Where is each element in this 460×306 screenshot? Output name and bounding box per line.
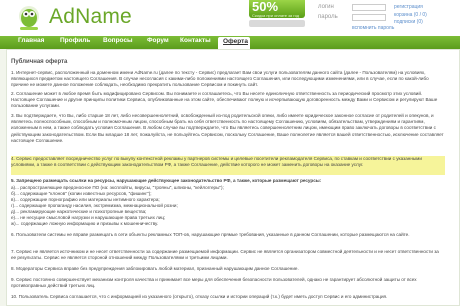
- offer-paragraph-10: 10. Пользователь Сервиса соглашается, чт…: [11, 294, 388, 299]
- subscriptions-link[interactable]: подписки (0): [394, 19, 423, 25]
- promo-caption: Скидка при оплате за год: [252, 13, 300, 18]
- nav-offer-label: Оферта: [223, 38, 248, 45]
- offer-paragraph-2: 2. Соглашение может в любое время быть м…: [11, 91, 438, 109]
- offer-paragraph-1: 1. Интернет-сервис, расположенный на дом…: [11, 70, 429, 88]
- promo-bar: [249, 20, 305, 27]
- nav-home[interactable]: Главная: [18, 37, 44, 44]
- page-title: Публичная оферта: [11, 59, 68, 65]
- promo-percent: 50%: [252, 0, 279, 14]
- login-label: логин: [318, 4, 334, 10]
- offer-paragraph-7: 7. Сервис не является источником и не не…: [11, 249, 439, 261]
- offer-content: Публичная оферта 1. Интернет-сервис, рас…: [6, 49, 460, 306]
- cart-link[interactable]: корзина (0 / 0): [394, 12, 427, 18]
- register-link[interactable]: регистрация: [394, 4, 423, 10]
- password-label: пароль: [318, 14, 338, 20]
- nav-contacts[interactable]: Контакты: [180, 37, 211, 44]
- main-nav: Главная Профиль Вопросы Форум Контакты О…: [0, 36, 460, 49]
- nav-profile[interactable]: Профиль: [60, 37, 90, 44]
- offer-paragraph-3: 3. Вы подтверждаете, что Вы, либо старше…: [11, 113, 444, 143]
- login-input[interactable]: [352, 4, 386, 11]
- nav-offer-tab[interactable]: Оферта: [218, 37, 250, 49]
- offer-paragraph-9: 9. Сервис постоянно совершенствует механ…: [11, 277, 417, 289]
- logo-text[interactable]: AdName: [49, 5, 132, 29]
- offer-paragraph-5: 5. Запрещено размещать ссылки на ресурсы…: [11, 178, 322, 183]
- site-header: AdName 50% Скидка при оплате за год логи…: [0, 0, 460, 36]
- nav-questions[interactable]: Вопросы: [103, 37, 133, 44]
- auth-panel: логин регистрация пароль корзина (0 / 0)…: [318, 4, 448, 34]
- list-item: ж)... содержащие ложную информацию и при…: [11, 221, 159, 226]
- offer-paragraph-6: 6. Пользователи системы не вправе размещ…: [11, 232, 410, 237]
- promo-badge[interactable]: 50% Скидка при оплате за год: [249, 0, 305, 18]
- password-input[interactable]: [352, 14, 386, 21]
- nav-forum[interactable]: Форум: [147, 37, 169, 44]
- offer-paragraph-4-highlighted: 4. Сервис предоставляет посредничество у…: [11, 156, 445, 175]
- offer-paragraph-8: 8. Модераторы Сервиса вправе без предупр…: [11, 266, 299, 271]
- recover-password-link[interactable]: вспомнить пароль: [352, 25, 394, 31]
- logo-icon[interactable]: [14, 3, 44, 33]
